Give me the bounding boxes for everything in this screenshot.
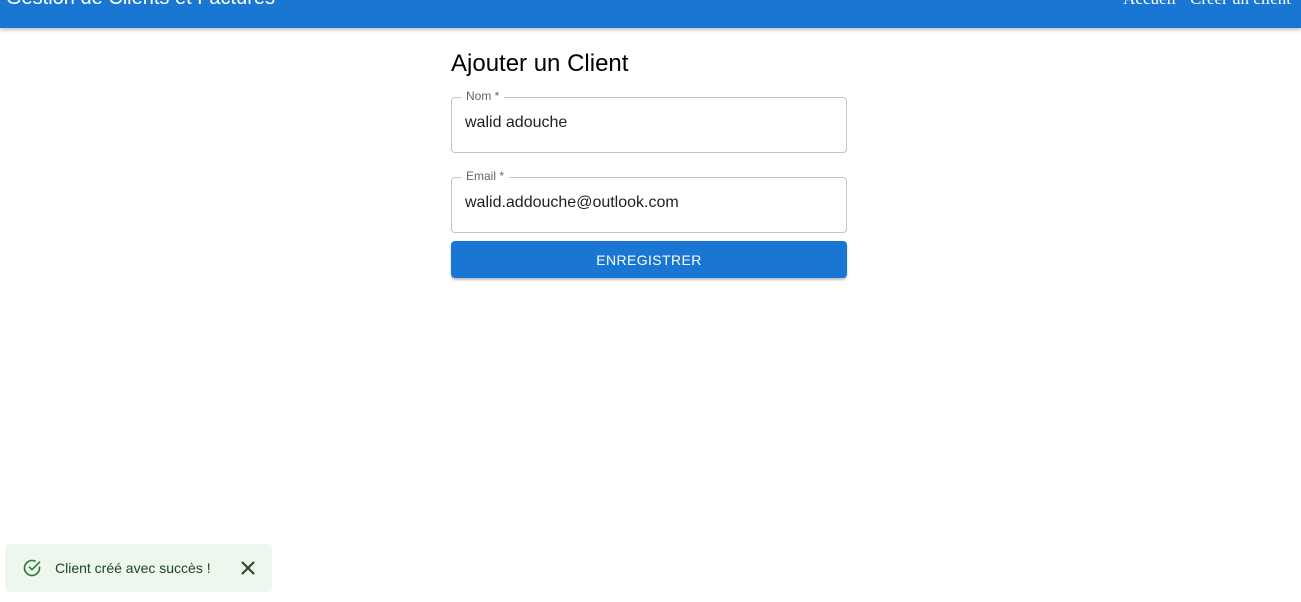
form-title: Ajouter un Client [451, 50, 629, 77]
success-snackbar: Client créé avec succès ! [5, 544, 272, 592]
nom-input[interactable] [465, 114, 835, 132]
snackbar-message: Client créé avec succès ! [55, 560, 211, 576]
top-nav: Accueil Créer un client [1123, 0, 1291, 9]
save-button[interactable]: ENREGISTRER [451, 241, 847, 278]
email-field[interactable]: Email * [451, 169, 847, 233]
nav-link-accueil[interactable]: Accueil [1123, 0, 1176, 9]
app-bar: Gestion de Clients et Factures Accueil C… [0, 0, 1301, 28]
app-title: Gestion de Clients et Factures [6, 0, 275, 10]
nav-link-creer-client[interactable]: Créer un client [1190, 0, 1291, 9]
nom-field[interactable]: Nom * [451, 89, 847, 153]
email-field-label: Email * [461, 169, 510, 183]
check-circle-icon [23, 559, 41, 577]
email-input[interactable] [465, 194, 835, 212]
close-icon [241, 561, 255, 575]
snackbar-close-button[interactable] [237, 557, 259, 579]
nom-field-label: Nom * [461, 89, 505, 103]
